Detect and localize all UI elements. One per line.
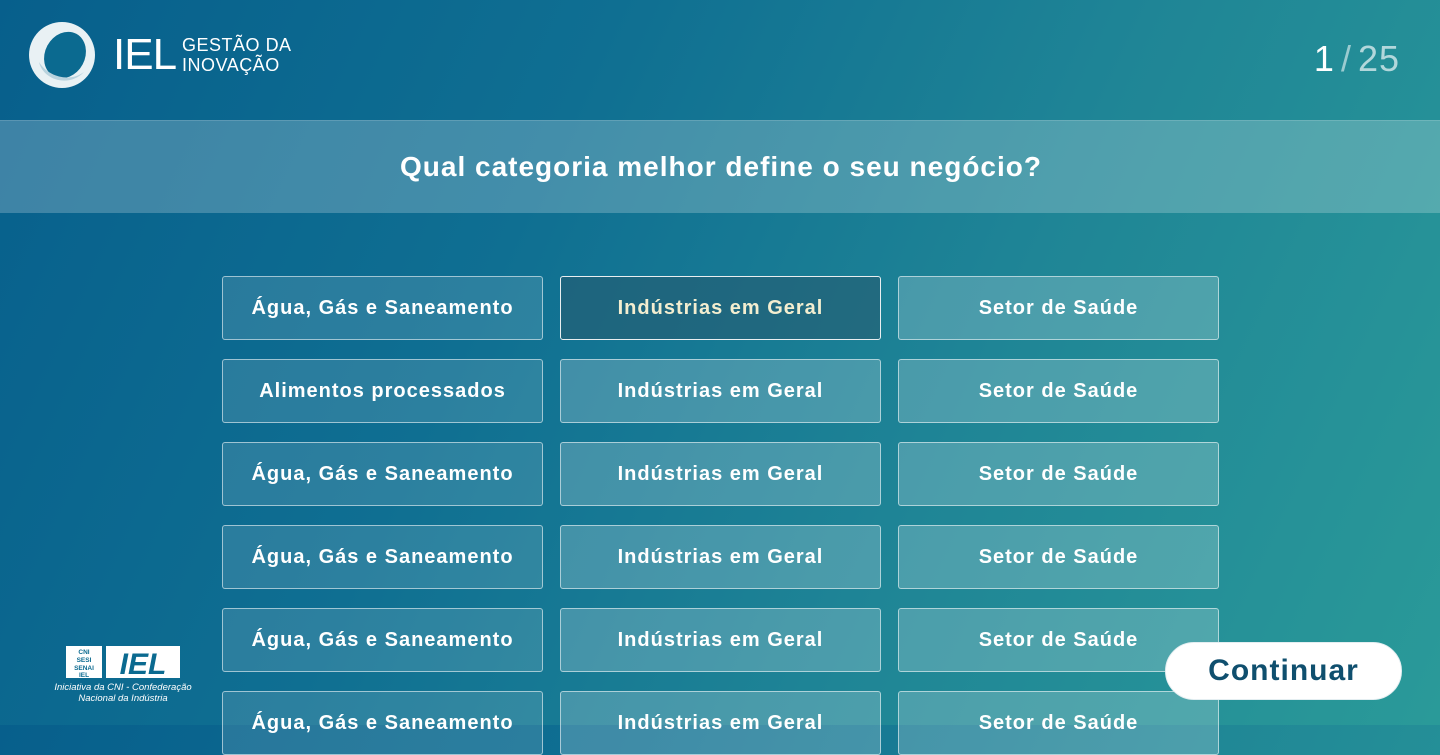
option-button-selected[interactable]: Indústrias em Geral xyxy=(560,276,881,340)
footer-caption: Iniciativa da CNI - Confederação Naciona… xyxy=(52,682,194,704)
option-button[interactable]: Indústrias em Geral xyxy=(560,359,881,423)
footer-logo-iel: IEL xyxy=(120,648,167,681)
option-button[interactable]: Água, Gás e Saneamento xyxy=(222,276,543,340)
progress-current: 1 xyxy=(1313,38,1335,79)
footer-logo-line1: CNI xyxy=(78,649,89,656)
footer-caption-line1: Iniciativa da CNI - Confederação xyxy=(54,682,192,693)
progress-counter: 1/25 xyxy=(1314,38,1400,80)
cni-iel-logo-icon: CNI SESI SENAI IEL IEL xyxy=(66,646,180,681)
progress-separator: / xyxy=(1340,38,1352,79)
option-button[interactable]: Setor de Saúde xyxy=(898,276,1219,340)
option-button[interactable]: Água, Gás e Saneamento xyxy=(222,525,543,589)
question-title: Qual categoria melhor define o seu negóc… xyxy=(399,150,1042,182)
option-button[interactable]: Indústrias em Geral xyxy=(560,525,881,589)
brand-logo: IEL GESTÃO DA INOVAÇÃO xyxy=(29,22,292,88)
brand-name: IEL xyxy=(113,30,177,79)
option-button[interactable]: Água, Gás e Saneamento xyxy=(222,691,543,755)
option-button[interactable]: Água, Gás e Saneamento xyxy=(222,608,543,672)
footer-logo-line4: IEL xyxy=(79,672,89,679)
brand-subtitle-line2: INOVAÇÃO xyxy=(182,55,280,75)
footer-logo: CNI SESI SENAI IEL IEL Iniciativa da CNI… xyxy=(52,645,194,704)
option-button[interactable]: Setor de Saúde xyxy=(898,359,1219,423)
option-button[interactable]: Setor de Saúde xyxy=(898,442,1219,506)
question-bar: Qual categoria melhor define o seu negóc… xyxy=(0,120,1440,213)
footer-caption-line2: Nacional da Indústria xyxy=(78,693,168,704)
brand-subtitle: GESTÃO DA INOVAÇÃO xyxy=(182,35,292,75)
option-button[interactable]: Setor de Saúde xyxy=(898,691,1219,755)
option-button[interactable]: Alimentos processados xyxy=(222,359,543,423)
option-button[interactable]: Setor de Saúde xyxy=(898,525,1219,589)
ring-logo-icon xyxy=(29,22,95,88)
option-button[interactable]: Água, Gás e Saneamento xyxy=(222,442,543,506)
option-button[interactable]: Indústrias em Geral xyxy=(560,608,881,672)
progress-total: 25 xyxy=(1357,38,1400,79)
brand-subtitle-line1: GESTÃO DA xyxy=(182,35,292,55)
options-grid: Água, Gás e Saneamento Indústrias em Ger… xyxy=(222,276,1219,755)
option-button[interactable]: Indústrias em Geral xyxy=(560,691,881,755)
footer-logo-line3: SENAI xyxy=(74,665,94,672)
continue-button[interactable]: Continuar xyxy=(1165,642,1402,700)
option-button[interactable]: Indústrias em Geral xyxy=(560,442,881,506)
footer-logo-line2: SESI xyxy=(77,657,92,664)
